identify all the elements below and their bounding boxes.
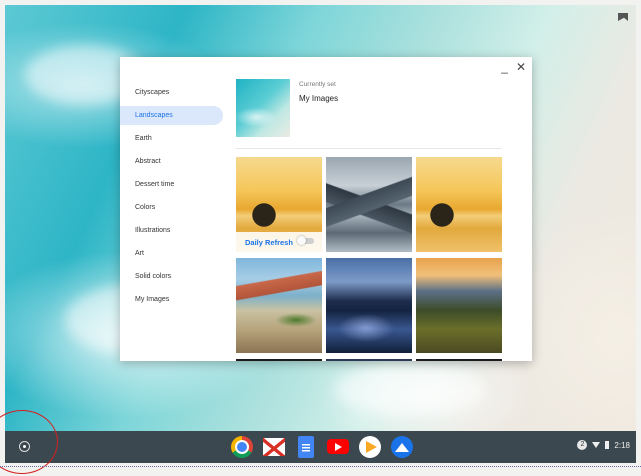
wallpaper-tile[interactable] — [326, 258, 412, 353]
docs-icon[interactable] — [298, 436, 314, 458]
clock: 2:18 — [614, 440, 630, 450]
category-colors[interactable]: Colors — [120, 198, 223, 217]
wallpaper-picker-window: _ ✕ Cityscapes Landscapes Earth Abstract… — [120, 57, 532, 361]
category-sidebar: Cityscapes Landscapes Earth Abstract Des… — [120, 83, 228, 313]
wallpaper-tile[interactable] — [236, 359, 322, 361]
play-store-icon[interactable] — [359, 436, 381, 458]
gmail-icon[interactable] — [263, 438, 285, 456]
battery-icon — [605, 441, 610, 449]
category-illustrations[interactable]: Illustrations — [120, 221, 223, 240]
shelf: 2 2:18 — [5, 431, 636, 463]
current-wallpaper-name: My Images — [299, 94, 339, 103]
category-abstract[interactable]: Abstract — [120, 152, 223, 171]
current-wallpaper-thumbnail — [236, 79, 290, 137]
youtube-icon[interactable] — [327, 439, 349, 454]
category-dessert-time[interactable]: Dessert time — [120, 175, 223, 194]
dotted-line — [0, 466, 641, 467]
wallpaper-tile-daily-refresh[interactable]: Daily Refresh — [236, 157, 322, 252]
category-my-images[interactable]: My Images — [120, 290, 223, 309]
currently-set-label: Currently set — [299, 81, 336, 88]
wallpaper-tile[interactable] — [236, 258, 322, 353]
wallpaper-tile[interactable] — [326, 359, 412, 361]
current-wallpaper: Currently set My Images — [236, 79, 338, 137]
status-tray[interactable]: 2 2:18 — [577, 440, 630, 450]
divider — [236, 148, 502, 149]
notification-badge: 2 — [577, 440, 588, 450]
wallpaper-tile[interactable] — [326, 157, 412, 252]
category-cityscapes[interactable]: Cityscapes — [120, 83, 223, 102]
wallpaper-tile[interactable] — [416, 258, 502, 353]
daily-refresh-label: Daily Refresh — [245, 237, 293, 247]
category-art[interactable]: Art — [120, 244, 223, 263]
wifi-icon — [592, 442, 601, 448]
wallpaper-tile[interactable] — [416, 359, 502, 361]
wave-foam — [335, 365, 485, 415]
close-button[interactable]: ✕ — [516, 61, 526, 73]
category-solid-colors[interactable]: Solid colors — [120, 267, 223, 286]
photos-icon[interactable] — [391, 436, 413, 458]
pinned-apps — [231, 436, 413, 458]
cursor-icon — [618, 13, 628, 21]
wallpaper-grid: Daily Refresh — [236, 157, 504, 361]
category-earth[interactable]: Earth — [120, 129, 223, 148]
daily-refresh-toggle[interactable] — [297, 236, 314, 245]
minimize-button[interactable]: _ — [501, 61, 508, 73]
category-landscapes[interactable]: Landscapes — [120, 106, 223, 125]
wallpaper-tile[interactable] — [416, 157, 502, 252]
daily-refresh-bar: Daily Refresh — [236, 232, 322, 252]
chrome-icon[interactable] — [231, 436, 253, 458]
